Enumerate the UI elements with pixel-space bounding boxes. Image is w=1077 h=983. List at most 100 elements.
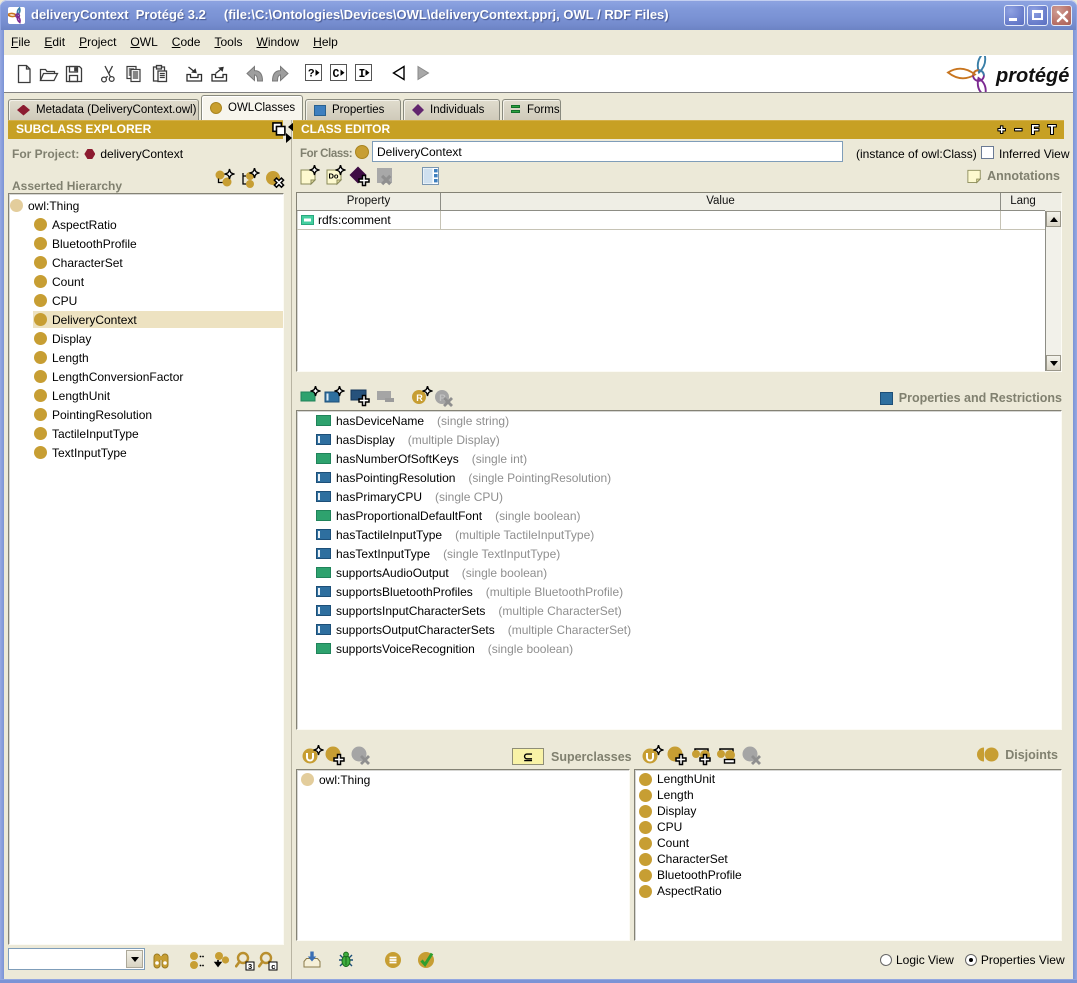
new-project-icon[interactable]	[14, 64, 34, 84]
superclass-item[interactable]: owl:Thing	[297, 771, 629, 788]
property-row[interactable]: supportsInputCharacterSets(multiple Char…	[297, 601, 1061, 620]
collapse-all-icon[interactable]	[212, 951, 231, 970]
combo-dropdown-icon[interactable]	[126, 950, 143, 968]
menu-item[interactable]: Tools	[207, 30, 249, 55]
menu-item[interactable]: Edit	[37, 30, 72, 55]
class-name-input[interactable]	[372, 141, 843, 162]
disjoint-item[interactable]: BluetoothProfile	[635, 867, 1061, 883]
property-row[interactable]: hasProportionalDefaultFont(single boolea…	[297, 506, 1061, 525]
tree-item[interactable]: owl:Thing	[9, 196, 283, 215]
maximize-button[interactable]	[1027, 5, 1048, 26]
remove-disjoint-icon[interactable]	[741, 745, 761, 765]
tab-individuals[interactable]: Individuals	[403, 99, 500, 120]
move-to-tray-icon[interactable]	[302, 950, 322, 970]
property-row[interactable]: hasPointingResolution(single PointingRes…	[297, 468, 1061, 487]
disjoint-item[interactable]: AspectRatio	[635, 883, 1061, 899]
tree-item[interactable]: Length	[9, 348, 283, 367]
remove-all-siblings-icon[interactable]	[716, 745, 736, 765]
open-project-icon[interactable]	[39, 64, 59, 84]
font-icon[interactable]: F	[1031, 121, 1039, 138]
tree-item[interactable]: AspectRatio	[9, 215, 283, 234]
tree-item[interactable]: TactileInputType	[9, 424, 283, 443]
create-annotation-property-icon[interactable]: Do	[325, 165, 347, 187]
archive-import-icon[interactable]	[184, 64, 204, 84]
disjoint-item[interactable]: CPU	[635, 819, 1061, 835]
create-annotation-icon[interactable]	[299, 165, 321, 187]
add-superclass-icon[interactable]	[324, 745, 344, 765]
find-class-icon[interactable]	[151, 951, 170, 970]
property-row[interactable]: supportsAudioOutput(single boolean)	[297, 563, 1061, 582]
menu-item[interactable]: Code	[165, 30, 208, 55]
cut-icon[interactable]	[99, 64, 119, 84]
property-row[interactable]: hasDisplay(multiple Display)	[297, 430, 1061, 449]
annotation-row[interactable]: rdfs:comment	[297, 211, 1061, 230]
property-row[interactable]: hasPrimaryCPU(single CPU)	[297, 487, 1061, 506]
create-subclass-icon[interactable]	[239, 168, 258, 187]
nav-back-icon[interactable]	[390, 64, 410, 84]
redo-icon[interactable]	[269, 64, 289, 84]
search-class-icon[interactable]: c	[258, 951, 277, 970]
delete-class-icon[interactable]	[264, 168, 283, 187]
annotations-scrollbar[interactable]	[1045, 211, 1061, 371]
menu-item[interactable]: OWL	[123, 30, 164, 55]
tree-item[interactable]: Count	[9, 272, 283, 291]
property-row[interactable]: hasDeviceName(single string)	[297, 411, 1061, 430]
tree-item[interactable]: TextInputType	[9, 443, 283, 462]
font-increase-icon[interactable]: +	[998, 121, 1006, 138]
property-row[interactable]: supportsVoiceRecognition(single boolean)	[297, 639, 1061, 658]
superclasses-list[interactable]: owl:Thing	[296, 769, 630, 941]
tab-properties[interactable]: Properties	[305, 99, 401, 120]
split-view-icon[interactable]	[420, 165, 442, 187]
menu-item[interactable]: File	[4, 30, 37, 55]
property-row[interactable]: hasTactileInputType(multiple TactileInpu…	[297, 525, 1061, 544]
tab-forms[interactable]: Forms	[502, 99, 561, 120]
create-datatype-property-icon[interactable]	[300, 386, 322, 408]
text-icon[interactable]: T	[1048, 121, 1056, 138]
check-consistency-icon[interactable]	[416, 950, 436, 970]
query-ref-icon[interactable]: ?	[305, 64, 325, 84]
add-property-icon[interactable]	[350, 386, 372, 408]
archive-export-icon[interactable]	[209, 64, 229, 84]
disjoint-item[interactable]: Display	[635, 803, 1061, 819]
remove-superclass-icon[interactable]	[350, 745, 370, 765]
scroll-down-icon[interactable]	[1046, 355, 1061, 371]
column-lang[interactable]: Lang	[1001, 193, 1045, 211]
create-object-property-icon[interactable]	[324, 386, 346, 408]
tree-item[interactable]: Display	[9, 329, 283, 348]
inferred-view-checkbox[interactable]	[981, 146, 994, 159]
debug-bug-icon[interactable]	[336, 950, 356, 970]
tree-item[interactable]: CPU	[9, 291, 283, 310]
create-class-icon[interactable]	[214, 168, 233, 187]
copy-icon[interactable]	[124, 64, 144, 84]
property-row[interactable]: hasNumberOfSoftKeys(single int)	[297, 449, 1061, 468]
menu-item[interactable]: Window	[249, 30, 306, 55]
column-property[interactable]: Property	[297, 193, 441, 211]
add-disjoint-class-icon[interactable]	[666, 745, 686, 765]
create-restriction-icon[interactable]: R	[411, 386, 433, 408]
column-value[interactable]: Value	[441, 193, 1001, 211]
conditions-list-icon[interactable]	[383, 950, 403, 970]
search-combobox[interactable]	[8, 948, 145, 970]
menu-item[interactable]: Project	[72, 30, 123, 55]
undo-icon[interactable]	[245, 64, 265, 84]
tree-item[interactable]: CharacterSet	[9, 253, 283, 272]
property-row[interactable]: supportsBluetoothProfiles(multiple Bluet…	[297, 582, 1061, 601]
splitter-collapse-buttons[interactable]	[284, 122, 293, 144]
disjoint-item[interactable]: CharacterSet	[635, 851, 1061, 867]
disjoint-item[interactable]: LengthUnit	[635, 771, 1061, 787]
nav-forward-icon[interactable]	[414, 64, 434, 84]
properties-list[interactable]: hasDeviceName(single string)hasDisplay(m…	[296, 410, 1062, 730]
save-project-icon[interactable]	[64, 64, 84, 84]
property-row[interactable]: supportsOutputCharacterSets(multiple Cha…	[297, 620, 1061, 639]
disjoint-item[interactable]: Count	[635, 835, 1061, 851]
tree-item[interactable]: BluetoothProfile	[9, 234, 283, 253]
tree-item[interactable]: PointingResolution	[9, 405, 283, 424]
search-superclass-icon[interactable]: 3	[235, 951, 254, 970]
delete-restriction-icon[interactable]: R	[434, 386, 456, 408]
add-all-siblings-icon[interactable]	[691, 745, 711, 765]
menu-item[interactable]: Help	[306, 30, 345, 55]
minimize-button[interactable]	[1004, 5, 1025, 26]
class-ref-icon[interactable]: C	[330, 64, 350, 84]
font-decrease-icon[interactable]: −	[1015, 121, 1023, 138]
add-class-expression-icon[interactable]	[301, 745, 321, 765]
